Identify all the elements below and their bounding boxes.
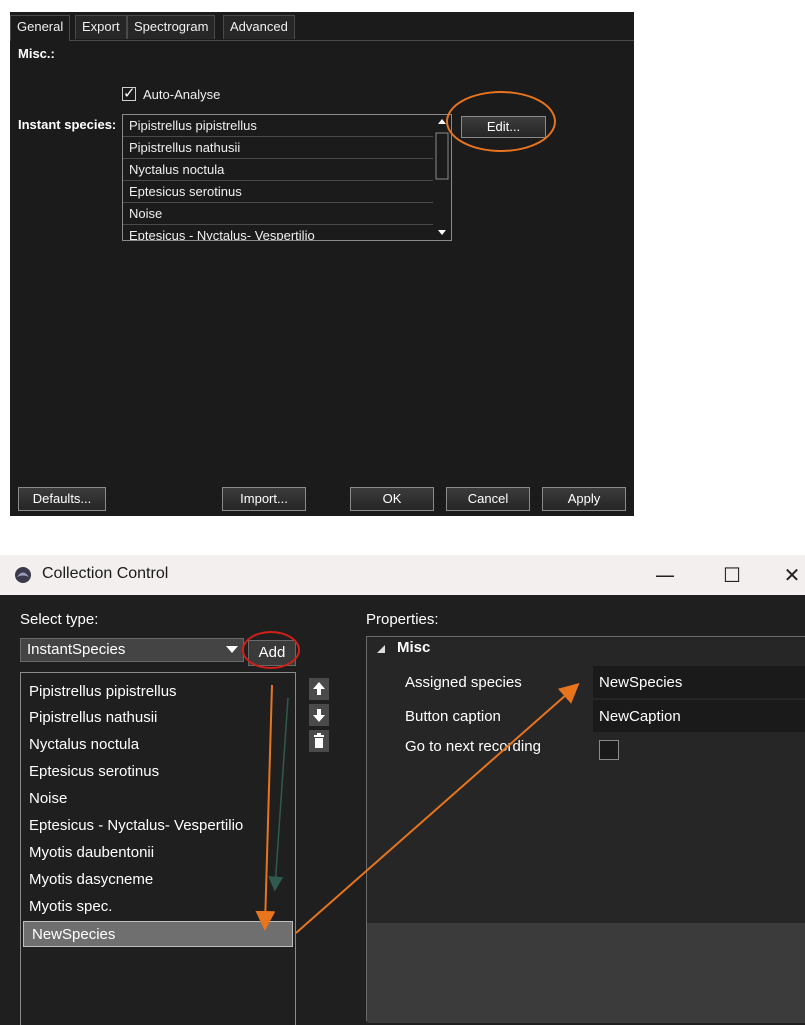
scrollbar[interactable] — [433, 115, 451, 240]
tab-general[interactable]: General — [10, 15, 71, 41]
list-item[interactable]: Pipistrellus pipistrellus — [123, 115, 433, 137]
misc-label: Misc.: — [18, 46, 55, 61]
auto-analyse-checkbox[interactable]: ✓ — [122, 84, 136, 102]
list-item[interactable]: Nyctalus noctula — [123, 159, 433, 181]
collection-control-window: Collection Control — ☐ ✕ Select type: In… — [0, 555, 805, 1025]
annotation-arrow — [255, 684, 276, 931]
tab-export[interactable]: Export — [75, 15, 127, 39]
checkmark-icon: ✓ — [123, 84, 136, 102]
scrollbar-thumb[interactable] — [435, 132, 449, 180]
instant-species-list[interactable]: Pipistrellus pipistrellus Pipistrellus n… — [122, 114, 452, 241]
annotation-arrow — [295, 683, 580, 934]
import-button[interactable]: Import... — [222, 487, 306, 511]
annotation-arrows — [255, 683, 580, 934]
cancel-button[interactable]: Cancel — [446, 487, 530, 511]
annotation-ellipse-orange — [446, 91, 556, 152]
apply-button[interactable]: Apply — [542, 487, 626, 511]
tab-spectrogram[interactable]: Spectrogram — [127, 15, 216, 39]
annotation-arrow — [268, 697, 289, 892]
list-item[interactable]: Eptesicus serotinus — [123, 181, 433, 203]
scroll-down-arrow-icon[interactable] — [438, 230, 446, 235]
scroll-up-arrow-icon[interactable] — [438, 119, 446, 124]
settings-window: General Export Spectrogram Advanced Misc… — [10, 12, 634, 516]
list-item[interactable]: Noise — [123, 203, 433, 225]
list-item[interactable]: Eptesicus - Nyctalus- Vespertilio — [123, 225, 433, 240]
auto-analyse-label: Auto-Analyse — [143, 87, 221, 102]
ok-button[interactable]: OK — [350, 487, 434, 511]
tab-bar: General Export Spectrogram Advanced — [10, 12, 634, 41]
instant-species-label: Instant species: — [18, 117, 117, 132]
tab-advanced[interactable]: Advanced — [223, 15, 295, 39]
defaults-button[interactable]: Defaults... — [18, 487, 106, 511]
list-item[interactable]: Pipistrellus nathusii — [123, 137, 433, 159]
